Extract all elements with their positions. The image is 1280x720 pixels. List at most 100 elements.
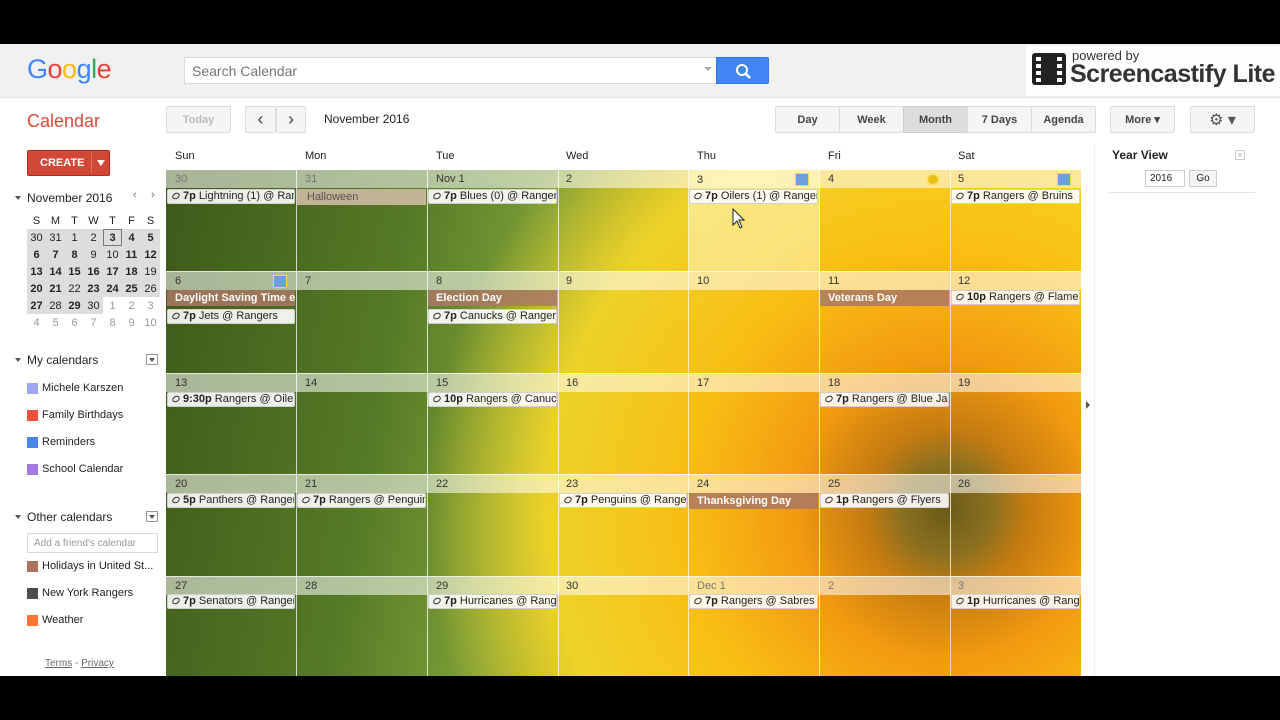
mini-day[interactable]: 6 (27, 246, 46, 263)
day-number[interactable]: 6 (175, 275, 181, 287)
prev-period-button[interactable]: ‹ (245, 106, 276, 133)
day-number[interactable]: 18 (828, 377, 840, 389)
mini-day[interactable]: 4 (122, 229, 141, 246)
year-input[interactable]: 2016 (1145, 170, 1185, 187)
day-number[interactable]: 24 (697, 478, 709, 490)
mini-day[interactable]: 14 (46, 263, 65, 280)
day-number[interactable]: 30 (566, 580, 578, 592)
day-number[interactable]: Dec 1 (697, 580, 726, 592)
weather-cloud-icon[interactable] (1057, 173, 1071, 186)
day-number[interactable]: 2 (566, 173, 572, 185)
my-calendars-header[interactable]: My calendars (15, 352, 160, 368)
mini-day[interactable]: 1 (65, 229, 84, 246)
create-button[interactable]: CREATE (27, 150, 110, 176)
view-month-button[interactable]: Month (903, 106, 968, 133)
calendar-event[interactable]: 7p Oilers (1) @ Rangers (689, 189, 818, 204)
my-calendars-menu-icon[interactable] (146, 354, 158, 365)
search-options-chevron-icon[interactable] (704, 67, 712, 71)
day-number[interactable]: 3 (697, 174, 703, 186)
app-title[interactable]: Calendar (27, 111, 100, 132)
day-number[interactable]: 4 (828, 173, 834, 185)
day-number[interactable]: 21 (305, 478, 317, 490)
other-calendars-menu-icon[interactable] (146, 511, 158, 522)
mini-day[interactable]: 7 (84, 314, 103, 331)
calendar-item[interactable]: Weather (27, 613, 167, 629)
mini-day[interactable]: 4 (27, 314, 46, 331)
calendar-event[interactable]: 1p Hurricanes @ Rangers (951, 594, 1080, 609)
view-week-button[interactable]: Week (839, 106, 904, 133)
add-friend-calendar-input[interactable]: Add a friend's calendar (27, 533, 158, 553)
mini-day[interactable]: 19 (141, 263, 160, 280)
day-number[interactable]: 20 (175, 478, 187, 490)
collapse-triangle-icon[interactable] (15, 358, 21, 362)
calendar-item[interactable]: Holidays in United St... (27, 559, 167, 575)
day-number[interactable]: 5 (958, 173, 964, 185)
mini-prev-icon[interactable]: ‹ (133, 189, 137, 201)
mini-day[interactable]: 6 (65, 314, 84, 331)
calendar-event[interactable]: 7p Hurricanes @ Rangers (428, 594, 557, 609)
calendar-event[interactable]: 7p Canucks @ Rangers (428, 309, 557, 324)
view-7days-button[interactable]: 7 Days (967, 106, 1032, 133)
calendar-color-swatch[interactable] (27, 464, 38, 475)
go-button[interactable]: Go (1189, 170, 1217, 187)
mini-day[interactable]: 15 (65, 263, 84, 280)
day-number[interactable]: 7 (305, 275, 311, 287)
day-number[interactable]: 3 (958, 580, 964, 592)
create-dropdown-arrow-icon[interactable] (97, 160, 105, 166)
day-number[interactable]: 22 (436, 478, 448, 490)
mini-day[interactable]: 2 (122, 297, 141, 314)
calendar-event[interactable]: 9:30p Rangers @ Oilers (167, 392, 295, 407)
close-icon[interactable]: × (1235, 150, 1245, 160)
calendar-event[interactable]: 7p Rangers @ Penguins (297, 493, 426, 508)
next-period-button[interactable]: › (276, 106, 306, 133)
terms-link[interactable]: Terms (45, 658, 72, 669)
search-button[interactable] (716, 57, 769, 84)
calendar-color-swatch[interactable] (27, 410, 38, 421)
day-number[interactable]: 27 (175, 580, 187, 592)
mini-day[interactable]: 27 (27, 297, 46, 314)
privacy-link[interactable]: Privacy (81, 658, 114, 669)
mini-day[interactable]: 10 (103, 246, 122, 263)
calendar-event[interactable]: 10p Rangers @ Flames (951, 290, 1080, 305)
mini-day[interactable]: 21 (46, 280, 65, 297)
mini-day[interactable]: 5 (141, 229, 160, 246)
calendar-event[interactable]: 7p Senators @ Rangers (167, 594, 295, 609)
weather-cloud-icon[interactable] (795, 173, 809, 186)
collapse-panel-icon[interactable] (1086, 401, 1090, 409)
mini-day[interactable]: 8 (65, 246, 84, 263)
mini-day-today[interactable]: 3 (103, 229, 122, 246)
mini-day[interactable]: 17 (103, 263, 122, 280)
calendar-event[interactable]: 7p Jets @ Rangers (167, 309, 295, 324)
day-number[interactable]: 28 (305, 580, 317, 592)
mini-day[interactable]: 16 (84, 263, 103, 280)
mini-day[interactable]: 24 (103, 280, 122, 297)
search-input[interactable] (185, 58, 685, 83)
holiday-event[interactable]: Veterans Day (820, 290, 949, 306)
today-button[interactable]: Today (166, 106, 231, 133)
holiday-event[interactable]: Election Day (428, 290, 557, 306)
calendar-event[interactable]: 7p Rangers @ Blue Jackets (820, 392, 949, 407)
calendar-event[interactable]: 1p Rangers @ Flyers (820, 493, 949, 508)
holiday-event[interactable]: Halloween (297, 189, 426, 205)
day-number[interactable]: 16 (566, 377, 578, 389)
mini-day[interactable]: 13 (27, 263, 46, 280)
collapse-triangle-icon[interactable] (15, 196, 21, 200)
mini-day[interactable]: 1 (103, 297, 122, 314)
mini-day[interactable]: 7 (46, 246, 65, 263)
day-number[interactable]: 15 (436, 377, 448, 389)
weather-sun-icon[interactable] (926, 173, 940, 186)
calendar-item[interactable]: Michele Karszen (27, 381, 167, 397)
day-number[interactable]: 10 (697, 275, 709, 287)
calendar-event[interactable]: 10p Rangers @ Canucks (428, 392, 557, 407)
other-calendars-header[interactable]: Other calendars (15, 509, 160, 525)
day-number[interactable]: Nov 1 (436, 173, 465, 185)
mini-day[interactable]: 22 (65, 280, 84, 297)
calendar-event[interactable]: 7p Lightning (1) @ Rangers (167, 189, 295, 204)
day-number[interactable]: 17 (697, 377, 709, 389)
calendar-item[interactable]: New York Rangers (27, 586, 167, 602)
mini-day[interactable]: 30 (84, 297, 103, 314)
day-number[interactable]: 25 (828, 478, 840, 490)
day-number[interactable]: 23 (566, 478, 578, 490)
day-number[interactable]: 30 (175, 173, 187, 185)
collapse-triangle-icon[interactable] (15, 515, 21, 519)
